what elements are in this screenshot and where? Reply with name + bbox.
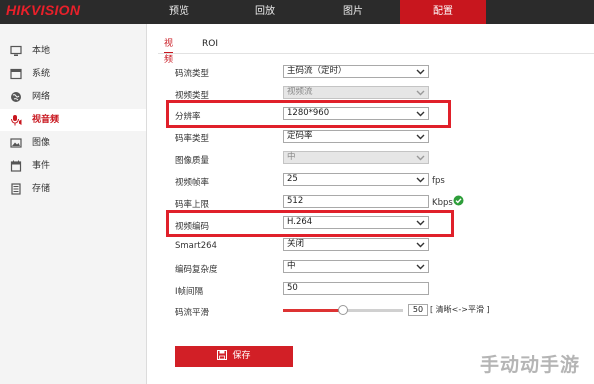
sidebar-item-storage[interactable]: 存储: [0, 178, 146, 200]
save-button-label: 保存: [232, 351, 251, 361]
storage-icon: [11, 183, 21, 195]
sidebar-item-image[interactable]: 图像: [0, 132, 146, 154]
sidebar-item-label: 网络: [32, 92, 51, 102]
video-type-value: 视频流: [287, 87, 313, 97]
sidebar-item-label: 视音频: [32, 115, 60, 125]
stream-type-value: 主码流（定时）: [287, 66, 347, 76]
check-circle-icon: [453, 195, 464, 206]
tab-roi[interactable]: ROI: [202, 36, 218, 54]
top-navigation-bar: HIKVISION 预览 回放 图片 配置: [0, 0, 594, 24]
max-bitrate-unit: Kbps: [432, 198, 453, 208]
resolution-value: 1280*960: [287, 108, 330, 118]
chevron-down-icon: [416, 134, 425, 140]
max-bitrate-value: 512: [287, 196, 304, 206]
tab-video[interactable]: 视频: [164, 36, 174, 65]
frame-rate-unit: fps: [432, 176, 445, 186]
hikvision-logo: HIKVISION: [6, 2, 81, 18]
chevron-down-icon: [416, 220, 425, 226]
video-type-select: 视频流: [283, 86, 429, 99]
sidebar-item-label: 事件: [32, 161, 51, 171]
image-icon: [10, 138, 22, 148]
chevron-down-icon: [416, 155, 425, 161]
video-encoding-value: H.264: [287, 217, 313, 227]
image-quality-value: 中: [287, 152, 296, 162]
nav-configuration[interactable]: 配置: [400, 0, 486, 24]
resolution-label: 分辨率: [175, 112, 201, 122]
sidebar-item-label: 存储: [32, 184, 51, 194]
sidebar-item-label: 本地: [32, 46, 51, 56]
nav-picture[interactable]: 图片: [322, 0, 384, 24]
sidebar-item-audio-video[interactable]: 视音频: [0, 109, 146, 131]
smoothing-value-input[interactable]: 50: [408, 304, 428, 316]
watermark-text: 手动动手游: [480, 354, 581, 376]
sidebar-item-label: 图像: [32, 138, 51, 148]
image-quality-select: 中: [283, 151, 429, 164]
sidebar-item-network[interactable]: 网络: [0, 86, 146, 108]
window-icon: [10, 68, 22, 80]
stream-type-label: 码流类型: [175, 69, 210, 79]
encoding-complexity-label: 编码复杂度: [175, 265, 218, 275]
smoothing-slider-fill: [283, 309, 343, 312]
audio-video-icon: [11, 115, 22, 126]
bitrate-type-value: 定码率: [287, 131, 313, 141]
calendar-icon: [10, 160, 22, 172]
frame-rate-label: 视频帧率: [175, 178, 210, 188]
monitor-icon: [10, 45, 22, 56]
video-encoding-label: 视频编码: [175, 222, 210, 232]
floppy-disk-icon: [217, 350, 228, 360]
sidebar-item-system[interactable]: 系统: [0, 63, 146, 85]
image-quality-label: 图像质量: [175, 156, 210, 166]
bitrate-type-select[interactable]: 定码率: [283, 130, 429, 143]
sidebar-item-local[interactable]: 本地: [0, 40, 146, 62]
bitrate-smoothing-label: 码流平滑: [175, 308, 210, 318]
nav-preview[interactable]: 预览: [148, 0, 210, 24]
sidebar: 本地 系统 网络 视音频 图像 事件 存储: [0, 24, 147, 384]
tab-divider: [158, 53, 594, 54]
smoothing-hint: [ 清晰<->平滑 ]: [430, 305, 490, 314]
chevron-down-icon: [416, 242, 425, 248]
chevron-down-icon: [416, 177, 425, 183]
bitrate-type-label: 码率类型: [175, 134, 210, 144]
smart264-label: Smart264: [175, 241, 217, 251]
nav-playback[interactable]: 回放: [234, 0, 296, 24]
chevron-down-icon: [416, 69, 425, 75]
i-frame-interval-input[interactable]: 50: [283, 282, 429, 295]
encoding-complexity-value: 中: [287, 261, 296, 271]
frame-rate-value: 25: [287, 174, 298, 184]
max-bitrate-input[interactable]: 512: [283, 195, 429, 208]
smart264-value: 关闭: [287, 239, 305, 249]
resolution-select[interactable]: 1280*960: [283, 107, 429, 120]
i-frame-interval-label: I帧间隔: [175, 287, 204, 297]
chevron-down-icon: [416, 111, 425, 117]
save-button[interactable]: 保存: [175, 346, 293, 367]
video-encoding-select[interactable]: H.264: [283, 216, 429, 229]
chevron-down-icon: [416, 90, 425, 96]
frame-rate-select[interactable]: 25: [283, 173, 429, 186]
max-bitrate-label: 码率上限: [175, 200, 210, 210]
sidebar-item-event[interactable]: 事件: [0, 155, 146, 177]
stream-type-select[interactable]: 主码流（定时）: [283, 65, 429, 78]
encoding-complexity-select[interactable]: 中: [283, 260, 429, 273]
smart264-select[interactable]: 关闭: [283, 238, 429, 251]
smoothing-slider-handle[interactable]: [338, 305, 348, 315]
sidebar-item-label: 系统: [32, 69, 51, 79]
i-frame-interval-value: 50: [287, 283, 298, 293]
globe-icon: [11, 92, 21, 102]
chevron-down-icon: [416, 264, 425, 270]
